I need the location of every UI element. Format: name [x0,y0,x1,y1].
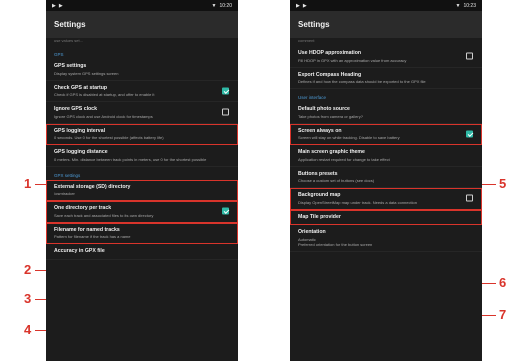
setting-background-map[interactable]: Background map Display OpenStreetMap map… [290,188,482,210]
setting-summary: /osmtracker [54,191,75,196]
callout-2: 2 [24,262,32,277]
setting-screen-always-on[interactable]: Screen always on Screen will stay on whi… [290,123,482,145]
setting-ignore-gps-clock[interactable]: Ignore GPS clock Ignore GPS clock and us… [46,102,238,124]
setting-gps-logging-distance[interactable]: GPS logging distance 0 meters. Min. dist… [46,145,238,167]
setting-main-screen-theme[interactable]: Main screen graphic theme Application re… [290,145,482,167]
callout-1: 1 [24,176,32,191]
setting-accuracy-gpx[interactable]: Accuracy in GPX file [46,244,238,260]
app-bar: Settings [290,11,482,38]
section-header-gpx: GPX settings [54,172,81,178]
setting-use-hdop[interactable]: Use HDOP approximation Fill HDOP in GPX … [290,46,482,68]
status-bar: ▶ ▶ ▼ 10:20 [46,0,238,11]
setting-title: GPS settings [54,63,87,69]
setting-default-photo-source[interactable]: Default photo source Take photos from ca… [290,102,482,124]
notification-icon: ▶ [296,2,300,9]
callout-line [35,299,46,300]
setting-title: Orientation [298,229,326,235]
setting-title: Accuracy in GPX file [54,248,105,254]
cut-off-text: use values set... [54,38,83,43]
setting-title: Buttons presets [298,170,338,177]
checkbox-checked[interactable] [222,87,229,95]
setting-summary: Application restart required for change … [298,156,390,162]
setting-export-compass-heading[interactable]: Export Compass Heading Defines if and ho… [290,68,482,89]
setting-summary: Take photos from camera or gallery? [298,113,363,119]
setting-title: Use HDOP approximation [298,50,362,56]
setting-summary: Display system GPS settings screen [54,70,119,76]
setting-title: Screen always on [298,127,342,134]
callout-line [35,184,46,185]
setting-summary: Screen will stay on while tracking. Disa… [298,135,400,140]
setting-map-tile-provider[interactable]: Map Tile provider [290,209,482,225]
status-bar: ▶ ▶ ▼ 10:23 [290,0,482,11]
setting-summary: Defines if and how the compass data shou… [298,79,426,84]
notification-icon: ▶ [52,2,56,9]
setting-gps-logging-interval[interactable]: GPS logging interval 0 seconds. Use 0 fo… [46,123,238,145]
setting-summary: Check if GPS is disabled at startup, and… [54,92,155,97]
checkbox-checked[interactable] [222,207,229,215]
page-title: Settings [298,20,330,29]
callout-6: 6 [499,275,507,290]
setting-summary: Ignore GPS clock and use Android clock f… [54,113,153,119]
setting-title: Map Tile provider [298,213,341,220]
setting-title: GPS logging distance [54,149,108,155]
callout-3: 3 [24,291,32,306]
setting-summary: Save each track and associated files to … [54,212,154,218]
status-time: 10:20 [219,2,232,9]
callout-line [482,184,496,185]
setting-title: One directory per track [54,205,112,211]
setting-title: Default photo source [298,106,350,112]
section-header-gps: GPS [54,52,64,57]
status-time: 10:23 [463,2,476,9]
page-title: Settings [54,20,86,29]
setting-summary: 0 meters. Min. distance between track po… [54,156,207,162]
setting-summary: Choose a custom set of buttons (see docs… [298,178,375,183]
setting-title: Main screen graphic theme [298,149,365,155]
callout-line [482,315,496,316]
settings-list: comment Use HDOP approximation Fill HDOP… [290,38,482,252]
setting-title: Ignore GPS clock [54,106,97,112]
setting-gps-settings[interactable]: GPS settings Display system GPS settings… [46,59,238,81]
setting-orientation[interactable]: Orientation Automatic Preferred orientat… [290,225,482,252]
setting-summary: Fill HDOP in GPX with an approximation v… [298,57,407,63]
checkbox-checked[interactable] [466,130,473,138]
setting-summary: Automatic Preferred orientation for the … [298,236,373,247]
setting-title: Background map [298,192,341,198]
setting-title: External storage (SD) directory [54,183,131,190]
setting-title: Check GPS at startup [54,84,108,91]
section-header-user-interface: User interface [298,95,327,100]
settings-list: use values set... GPS GPS settings Displ… [46,38,238,260]
setting-summary: 0 seconds. Use 0 for the shortest possib… [54,135,164,140]
app-bar: Settings [46,11,238,38]
checkbox-unchecked[interactable] [466,52,473,60]
right-phone-screen: ▶ ▶ ▼ 10:23 Settings comment Use HDOP ap… [290,0,482,361]
setting-check-gps-startup[interactable]: Check GPS at startup Check if GPS is dis… [46,81,238,102]
cut-off-text: comment [298,38,315,43]
setting-buttons-presets[interactable]: Buttons presets Choose a custom set of b… [290,167,482,188]
notification-icon: ▶ [58,2,63,9]
wifi-icon: ▼ [455,2,461,9]
setting-title: Filename for named tracks [54,226,120,233]
setting-external-storage-dir[interactable]: External storage (SD) directory /osmtrac… [46,179,238,201]
setting-summary: Pattern for filename if the track has a … [54,234,131,239]
callout-7: 7 [499,307,507,322]
setting-one-directory-per-track[interactable]: One directory per track Save each track … [46,201,238,223]
left-phone-screen: ▶ ▶ ▼ 10:20 Settings use values set... G… [46,0,238,361]
callout-5: 5 [499,176,507,191]
setting-title: GPS logging interval [54,127,106,134]
callout-line [35,270,46,271]
checkbox-unchecked[interactable] [466,194,473,202]
callout-4: 4 [24,322,32,337]
callout-line [482,283,496,284]
setting-filename-named-tracks[interactable]: Filename for named tracks Pattern for fi… [46,222,238,244]
checkbox-unchecked[interactable] [222,108,229,116]
setting-summary: Display OpenStreetMap map under track. N… [298,199,417,205]
notification-icon: ▶ [302,2,307,9]
setting-title: Export Compass Heading [298,71,362,78]
wifi-icon: ▼ [211,2,217,9]
callout-line [35,330,46,331]
